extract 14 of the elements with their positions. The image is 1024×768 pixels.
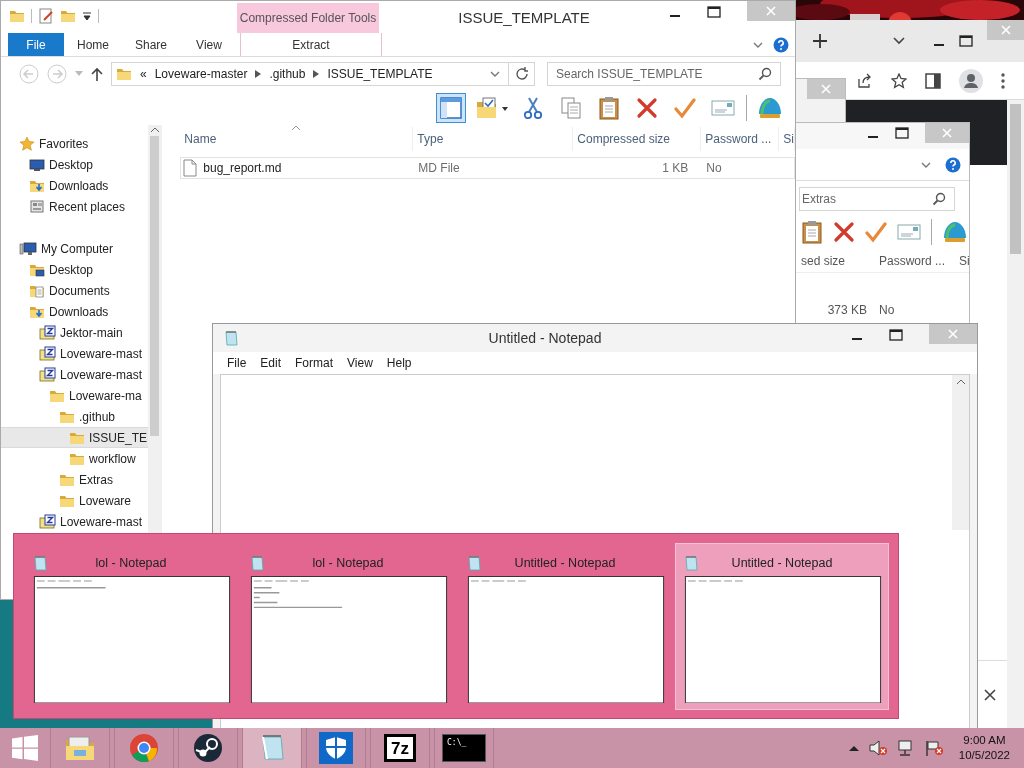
- table-cell-text: 373 KB: [826, 303, 867, 317]
- thumbnail-title: lol - Notepad: [311, 555, 385, 570]
- window-title: Untitled - Notepad: [487, 330, 603, 346]
- thumbnail-title: lol - Notepad: [94, 555, 168, 570]
- window-title: ISSUE_TEMPLATE: [457, 8, 591, 26]
- table-cell-text: No: [705, 161, 723, 175]
- table-cell-text: MD File: [417, 161, 461, 175]
- table-cell-text: No: [878, 303, 896, 317]
- console-icon: C:\_: [442, 734, 486, 762]
- app-icon: 7z: [384, 734, 416, 762]
- thumbnail-title: Untitled - Notepad: [513, 555, 617, 570]
- thumbnail-title: Untitled - Notepad: [730, 555, 834, 570]
- table-cell-text: 1 KB: [661, 161, 690, 175]
- context-tab-group: Compressed Folder Tools: [237, 3, 379, 33]
